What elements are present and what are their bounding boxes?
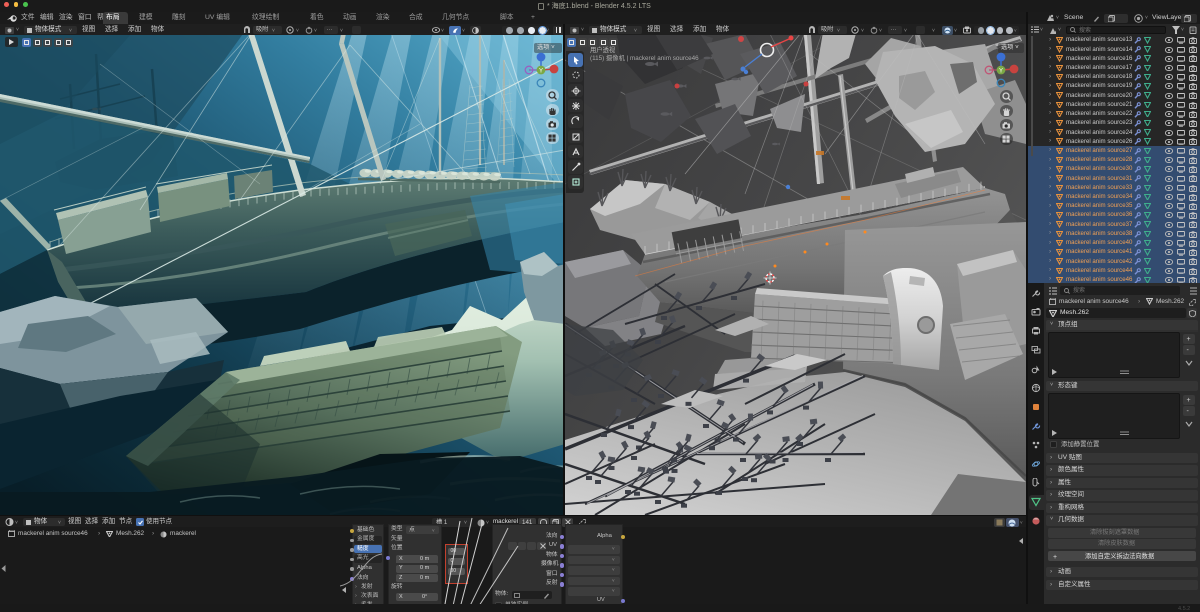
svg-text:Y: Y	[539, 69, 543, 75]
svg-text:Y: Y	[999, 69, 1003, 75]
